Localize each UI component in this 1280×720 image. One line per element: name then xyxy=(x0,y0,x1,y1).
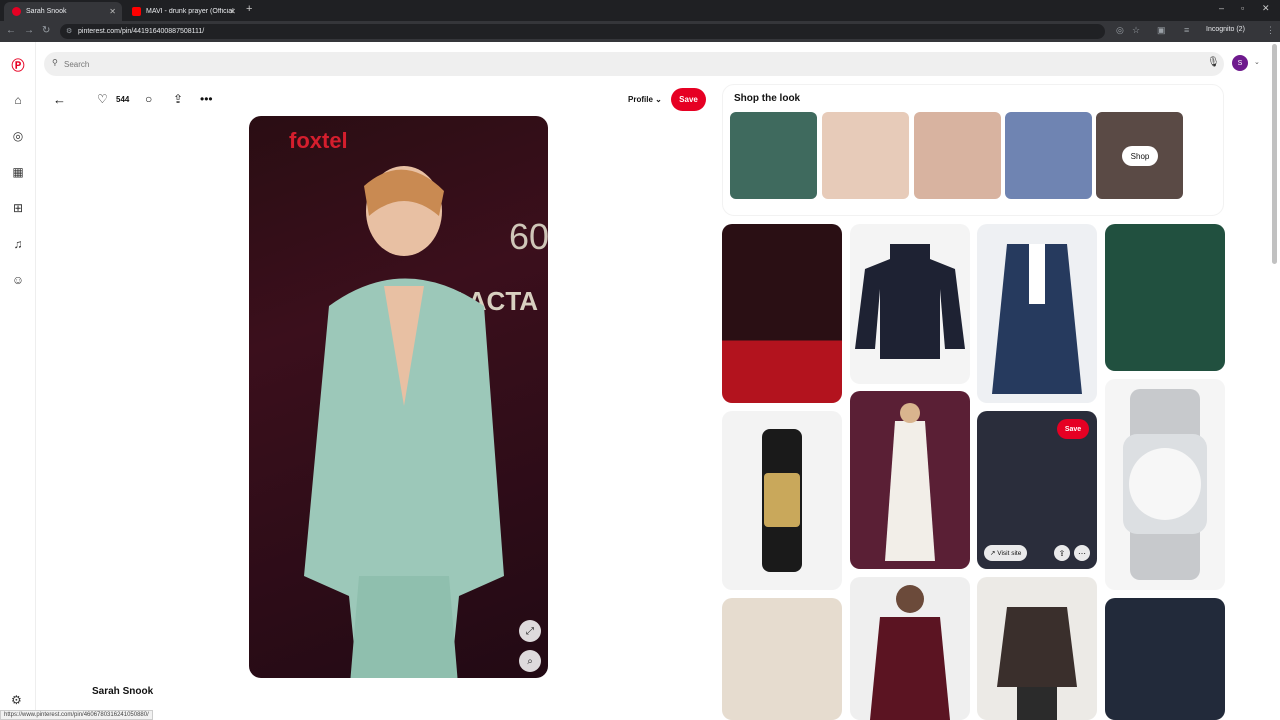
pin-image[interactable]: foxtel AACTA 60 ⤢ ⌕ xyxy=(249,116,548,678)
related-pin-navy-suit[interactable] xyxy=(977,224,1097,403)
related-pin-striped-shirt[interactable] xyxy=(977,577,1097,720)
maximize-icon[interactable]: ▫ xyxy=(1241,3,1244,13)
tab-mavi[interactable]: MAVI - drunk prayer (Official V... ✕ xyxy=(124,2,242,21)
site-info-icon[interactable]: ⚙ xyxy=(66,27,72,35)
shop-item-necklace[interactable] xyxy=(822,112,909,199)
tab-sarah-snook[interactable]: Sarah Snook ✕ xyxy=(4,2,122,21)
reload-icon[interactable]: ↻ xyxy=(42,25,50,36)
close-icon[interactable]: ✕ xyxy=(229,7,236,16)
tile-save-button[interactable]: Save xyxy=(1057,419,1089,439)
shop-item-green-blazer[interactable] xyxy=(730,112,817,199)
create-icon[interactable]: ⊞ xyxy=(10,200,26,216)
expand-icon[interactable]: ⤢ xyxy=(519,620,541,642)
pinterest-favicon-icon xyxy=(12,7,21,16)
shop-the-look-title: Shop the look xyxy=(734,93,801,104)
incognito-indicator[interactable]: Incognito (2) xyxy=(1206,26,1245,33)
new-tab-icon[interactable]: + xyxy=(246,3,252,15)
related-pin-green-knit[interactable] xyxy=(1105,224,1225,371)
chevron-down-icon[interactable]: ⌄ xyxy=(1254,58,1260,66)
share-icon[interactable]: ⇪ xyxy=(173,92,183,106)
browser-tab-bar: Sarah Snook ✕ MAVI - drunk prayer (Offic… xyxy=(0,0,1280,21)
visual-search-icon[interactable]: ⌕ xyxy=(519,650,541,672)
like-count: 544 xyxy=(116,95,130,104)
notifications-icon[interactable]: ♫ xyxy=(10,236,26,252)
explore-icon[interactable]: ◎ xyxy=(10,128,26,144)
tab-title: Sarah Snook xyxy=(26,8,67,15)
back-arrow-icon[interactable]: ← xyxy=(53,92,66,107)
scrollbar[interactable] xyxy=(1272,44,1277,264)
shop-button[interactable]: Shop xyxy=(1122,146,1158,166)
window-close-icon[interactable]: ✕ xyxy=(1262,3,1270,14)
visit-site-label: Visit site xyxy=(997,549,1022,557)
shop-item-blue-trousers[interactable] xyxy=(1005,112,1092,199)
messages-icon[interactable]: ☺ xyxy=(10,272,26,288)
person-in-suit-illustration xyxy=(304,166,504,678)
minimize-icon[interactable]: – xyxy=(1219,3,1224,13)
shop-item-necklace[interactable] xyxy=(914,112,1001,199)
menu-icon[interactable]: ⋮ xyxy=(1266,25,1275,36)
back-icon[interactable]: ← xyxy=(6,25,16,36)
visit-site-button[interactable]: ↗ Visit site xyxy=(984,545,1028,561)
related-pin-red-carpet[interactable] xyxy=(722,224,842,403)
tab-title: MAVI - drunk prayer (Official V... xyxy=(146,8,234,15)
related-pin-maroon-polo[interactable] xyxy=(850,577,970,720)
related-pin-white-suit[interactable] xyxy=(850,391,970,569)
close-icon[interactable]: ✕ xyxy=(109,7,116,16)
youtube-favicon-icon xyxy=(132,7,141,16)
address-bar-row: ← → ↻ ⚙ pinterest.com/pin/44191640088750… xyxy=(0,21,1280,42)
related-pin-casio-silver-watch[interactable] xyxy=(1105,379,1225,590)
pin-title: Sarah Snook xyxy=(92,686,154,697)
avatar[interactable]: S xyxy=(1232,55,1248,71)
pinterest-logo-icon[interactable]: Ⓟ xyxy=(10,56,26,73)
left-nav-rail: Ⓟ ⌂ ◎ ▦ ⊞ ♫ ☺ xyxy=(0,42,36,720)
boards-icon[interactable]: ▦ xyxy=(10,164,26,180)
settings-icon[interactable]: ⚙ xyxy=(11,693,22,707)
save-button[interactable]: Save xyxy=(671,88,706,111)
status-url: https://www.pinterest.com/pin/4606780316… xyxy=(0,710,153,720)
cast-icon[interactable]: ≡ xyxy=(1184,25,1189,35)
board-select[interactable]: Profile ⌄ xyxy=(628,95,662,104)
heart-icon[interactable]: ♡ xyxy=(97,92,108,106)
related-pin-navy-henley[interactable] xyxy=(1105,598,1225,720)
eye-off-icon[interactable]: ◎ xyxy=(1116,25,1124,36)
board-select-label: Profile xyxy=(628,95,653,104)
home-icon[interactable]: ⌂ xyxy=(10,92,26,108)
search-icon: ⚲ xyxy=(52,58,58,67)
related-pin-movie-still[interactable] xyxy=(722,598,842,720)
url-field[interactable]: ⚙ pinterest.com/pin/441916400887508111/ xyxy=(60,24,1105,39)
search-placeholder: Search xyxy=(64,59,90,69)
share-icon[interactable]: ⇪ xyxy=(1054,545,1070,561)
microphone-icon[interactable]: 🎙 xyxy=(1207,57,1220,68)
related-pin-black-turtleneck[interactable] xyxy=(850,224,970,384)
extensions-icon[interactable]: ▣ xyxy=(1157,25,1166,36)
url-text: pinterest.com/pin/441916400887508111/ xyxy=(78,28,205,35)
forward-icon[interactable]: → xyxy=(24,25,34,36)
search-input[interactable]: ⚲ Search xyxy=(44,52,1224,76)
more-options-icon[interactable]: ••• xyxy=(200,92,213,106)
related-pin-casio-gold-watch[interactable] xyxy=(722,411,842,590)
foxtel-logo-backdrop: foxtel xyxy=(289,128,348,153)
more-options-icon[interactable]: ⋯ xyxy=(1074,545,1090,561)
comment-icon[interactable]: ○ xyxy=(145,92,152,106)
bookmark-star-icon[interactable]: ☆ xyxy=(1132,25,1140,36)
